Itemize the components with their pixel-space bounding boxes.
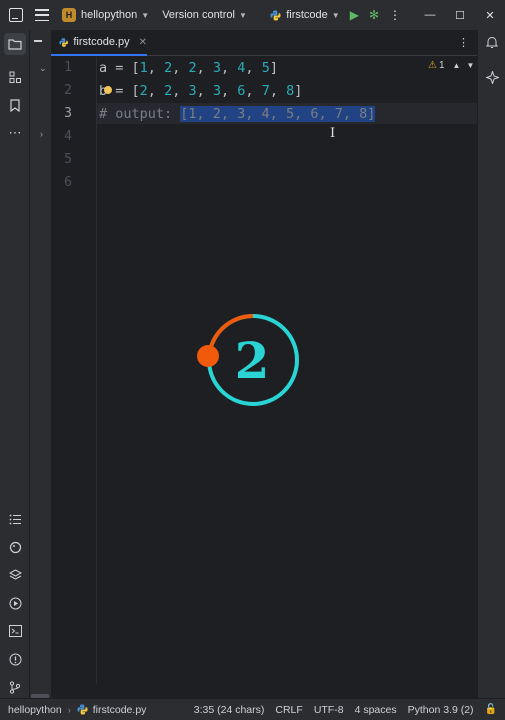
code-line-2[interactable]: b = [2, 2, 3, 3, 6, 7, 8]	[99, 81, 302, 102]
notifications-bell-icon[interactable]	[484, 34, 500, 50]
main-menu-icon[interactable]	[35, 9, 49, 21]
python-file-icon	[77, 704, 88, 715]
close-icon[interactable]: ✕	[475, 9, 505, 22]
line-number: 6	[64, 175, 72, 190]
line-separator[interactable]: CRLF	[275, 704, 302, 716]
run-config-label: firstcode	[286, 9, 328, 21]
project-badge: H	[62, 8, 76, 22]
readonly-lock-icon[interactable]: 🔓	[485, 704, 497, 715]
more-actions-icon[interactable]: ⋮	[389, 8, 401, 22]
python-packages-icon[interactable]	[7, 539, 23, 555]
git-branch-icon[interactable]	[7, 679, 23, 695]
line-number: 1	[64, 60, 72, 75]
bookmark-icon[interactable]	[7, 97, 23, 113]
step-dot	[197, 345, 219, 367]
line-number: 5	[64, 152, 72, 167]
project-name: hellopython	[81, 9, 138, 21]
tab-firstcode[interactable]: firstcode.py ✕	[51, 30, 147, 56]
collapse-icon[interactable]	[34, 40, 42, 42]
tab-options-icon[interactable]: ⋮	[458, 36, 469, 49]
fold-chevron-icon[interactable]: ›	[40, 129, 43, 139]
selected-text: [1, 2, 3, 4, 5, 6, 7, 8]	[180, 106, 376, 122]
line-number: 2	[64, 83, 72, 98]
project-folder-icon[interactable]	[4, 33, 26, 55]
warning-icon: ⚠	[428, 60, 437, 71]
tab-label: firstcode.py	[73, 36, 130, 48]
run-icon[interactable]: ▶	[350, 8, 359, 22]
python-interpreter[interactable]: Python 3.9 (2)	[408, 704, 474, 716]
vcs-selector[interactable]: Version control ▼	[162, 9, 247, 21]
right-tool-strip	[477, 30, 505, 698]
indent-setting[interactable]: 4 spaces	[355, 704, 397, 716]
inspection-widget[interactable]: ⚠ 1 ▲▼	[428, 60, 480, 71]
line-number: 4	[64, 129, 72, 144]
debug-bug-icon[interactable]: ✻	[369, 8, 379, 22]
ide-logo-icon[interactable]	[9, 8, 23, 22]
minimize-icon[interactable]: —	[415, 9, 445, 21]
chevron-down-icon: ▼	[141, 10, 150, 20]
vcs-label: Version control	[162, 9, 235, 21]
left-tool-strip: ⋯	[0, 30, 30, 698]
caret-position[interactable]: 3:35 (24 chars)	[194, 704, 265, 716]
project-selector[interactable]: H hellopython ▼	[62, 8, 149, 22]
line-number-gutter: 1 2 3 4 5 6	[51, 57, 97, 684]
chevron-down-icon: ▼	[238, 10, 247, 20]
layers-icon[interactable]	[7, 567, 23, 583]
editor-tab-bar: firstcode.py ✕ ⋮	[51, 30, 477, 56]
status-bar: hellopython › firstcode.py 3:35 (24 char…	[0, 698, 505, 720]
structure-icon[interactable]	[7, 69, 23, 85]
step-badge-overlay: 2	[197, 314, 299, 406]
todo-list-icon[interactable]	[7, 511, 23, 527]
ai-assistant-icon[interactable]	[484, 69, 500, 85]
navigate-problems-icon[interactable]: ▲▼	[453, 61, 481, 70]
python-file-icon	[59, 37, 68, 47]
breadcrumb-project[interactable]: hellopython	[8, 704, 62, 716]
chevron-right-icon: ›	[67, 704, 71, 715]
code-line-3[interactable]: # output: [1, 2, 3, 4, 5, 6, 7, 8]	[99, 104, 376, 125]
more-tools-icon[interactable]: ⋯	[7, 125, 23, 141]
breadcrumb: hellopython › firstcode.py	[8, 704, 146, 716]
close-tab-icon[interactable]: ✕	[139, 37, 147, 48]
breadcrumb-file[interactable]: firstcode.py	[93, 704, 147, 716]
maximize-icon[interactable]: ☐	[445, 9, 475, 22]
line-number: 3	[64, 106, 72, 121]
python-icon	[270, 9, 281, 21]
intention-bulb-icon[interactable]	[104, 86, 112, 94]
file-encoding[interactable]: UTF-8	[314, 704, 344, 716]
title-bar: H hellopython ▼ Version control ▼ firstc…	[0, 0, 505, 30]
services-run-icon[interactable]	[7, 595, 23, 611]
warning-count: 1	[438, 60, 445, 71]
chevron-down-icon[interactable]: ⌄	[39, 63, 47, 74]
code-line-1[interactable]: a = [1, 2, 2, 3, 4, 5]	[99, 58, 278, 79]
problems-icon[interactable]	[7, 651, 23, 667]
run-config-selector[interactable]: firstcode ▼	[270, 9, 340, 21]
terminal-icon[interactable]	[7, 623, 23, 639]
step-number: 2	[235, 331, 270, 390]
chevron-down-icon: ▼	[331, 10, 340, 20]
text-cursor-icon: I	[330, 126, 336, 141]
